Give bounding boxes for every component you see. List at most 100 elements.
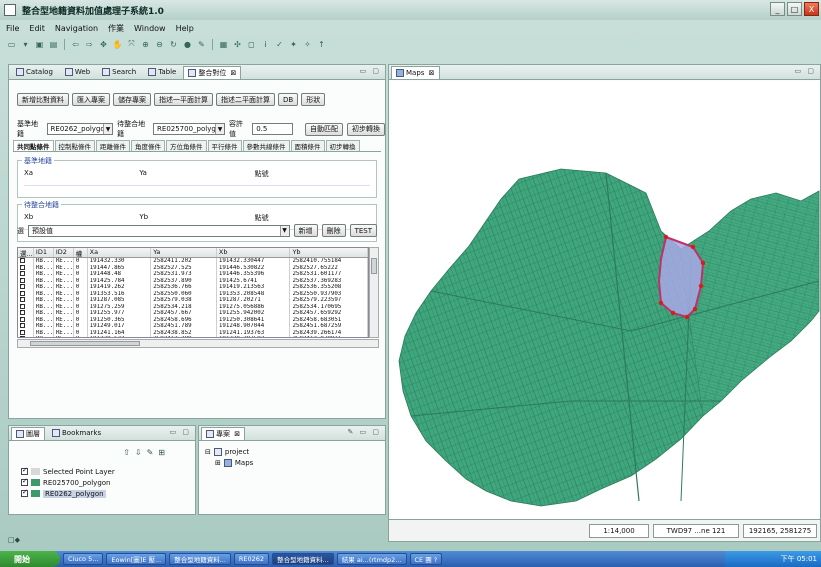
minimize-button[interactable]: _	[770, 2, 785, 16]
collapse-icon[interactable]: ⊟	[205, 448, 211, 456]
db-button[interactable]: DB	[278, 93, 299, 106]
expand-icon[interactable]: ⊞	[215, 459, 221, 467]
taskbar-item[interactable]: Ciuco 5...	[63, 553, 104, 565]
taskbar-item[interactable]: 結果 ai...(rtmdp2...	[336, 553, 407, 565]
tab-alignment[interactable]: 整合對位 ⊠	[183, 65, 242, 79]
col-id1[interactable]: ID1	[34, 248, 54, 257]
plane-calc-1-button[interactable]: 指述一平面計算	[154, 93, 213, 106]
layer-icon[interactable]: ▦	[218, 39, 229, 50]
subtab-control-point[interactable]: 控制點條件	[54, 140, 95, 151]
save-icon[interactable]: ▣	[34, 39, 45, 50]
scroll-thumb[interactable]	[371, 258, 377, 274]
tab-catalog[interactable]: Catalog	[11, 66, 58, 79]
row-select-checkbox[interactable]	[18, 336, 34, 337]
layer-item[interactable]: RE0262_polygon	[21, 488, 115, 499]
crs-display[interactable]: TWD97 ...ne 121	[653, 524, 739, 538]
run-icon[interactable]: ↑	[316, 39, 327, 50]
menu-help[interactable]: Help	[176, 24, 194, 33]
col-ya[interactable]: Ya	[151, 248, 217, 257]
layer-item[interactable]: RE025700_polygon	[21, 477, 115, 488]
panel-minmax-icons[interactable]: ▭ ▢	[795, 67, 816, 75]
checkbox-icon[interactable]	[20, 323, 25, 328]
point-icon[interactable]: ●	[182, 39, 193, 50]
plane-calc-2-button[interactable]: 指述二平面計算	[216, 93, 275, 106]
checkbox-icon[interactable]	[20, 284, 25, 289]
close-tab-icon[interactable]: ⊠	[426, 69, 435, 77]
control-point[interactable]	[658, 300, 664, 306]
control-point[interactable]	[684, 314, 690, 320]
taskbar-item[interactable]: Eowin[圖]E 壓...	[106, 553, 167, 565]
checkbox-icon[interactable]	[20, 258, 25, 263]
edit-layer-icon[interactable]: ✎	[147, 448, 154, 457]
info-icon[interactable]: ⅰ	[260, 39, 271, 50]
start-button[interactable]: 開始	[0, 551, 60, 567]
checkbox-icon[interactable]	[20, 336, 25, 337]
clock[interactable]: 下午 05:01	[781, 554, 817, 564]
layer-visibility-checkbox[interactable]	[21, 466, 28, 475]
copy-icon[interactable]: ▤	[48, 39, 59, 50]
point-set-select[interactable]: 預設值 ▼	[28, 224, 290, 237]
subtab-parallel[interactable]: 平行條件	[207, 140, 242, 151]
checkbox-icon[interactable]	[20, 329, 25, 335]
tab-bookmarks[interactable]: Bookmarks	[47, 427, 106, 440]
col-xb[interactable]: Xb	[217, 248, 291, 257]
tolerance-input[interactable]: 0.5	[252, 123, 294, 135]
base-point-fields[interactable]	[24, 185, 370, 193]
parcel-map[interactable]	[391, 81, 820, 521]
control-point[interactable]	[690, 244, 696, 250]
control-point[interactable]	[692, 306, 698, 312]
subtab-distance[interactable]: 距離條件	[96, 140, 130, 151]
move-icon[interactable]: ✣	[232, 39, 243, 50]
checkbox-icon[interactable]	[20, 271, 25, 276]
panel-minmax-icons[interactable]: ▭ ▢	[170, 428, 191, 436]
subtab-angle[interactable]: 角度條件	[131, 140, 165, 151]
test-button[interactable]: TEST	[349, 224, 377, 237]
control-point[interactable]	[663, 234, 669, 240]
menu-edit[interactable]: Edit	[29, 24, 45, 33]
taskbar-item[interactable]: 整合型地籍資料...	[169, 553, 231, 565]
checkbox-icon[interactable]	[20, 264, 25, 270]
subtab-azimuth[interactable]: 方位角條件	[166, 140, 207, 151]
pan-icon[interactable]: ✥	[98, 39, 109, 50]
menu-operation[interactable]: 作業	[108, 23, 124, 34]
checkbox-icon[interactable]	[20, 297, 25, 302]
checkbox-icon[interactable]	[20, 290, 25, 296]
control-point[interactable]	[698, 283, 704, 289]
auto-match-button[interactable]: 自動匹配	[305, 122, 344, 136]
tab-search[interactable]: Search	[97, 66, 141, 79]
base-layer-select[interactable]: RE0262_polygon ▼	[46, 123, 114, 135]
menu-file[interactable]: File	[6, 24, 19, 33]
layer-item[interactable]: Selected Point Layer	[21, 466, 115, 477]
panel-minmax-icons[interactable]: ▭ ▢	[360, 67, 381, 75]
initial-transform-button[interactable]: 初步轉換	[347, 122, 386, 136]
maximize-button[interactable]: □	[787, 2, 802, 16]
delete-row-button[interactable]: 刪除	[321, 224, 346, 237]
map-canvas[interactable]	[391, 81, 820, 521]
refresh-icon[interactable]: ↻	[168, 39, 179, 50]
subtab-common-point[interactable]: 共同點條件	[13, 140, 54, 151]
col-select[interactable]: 選...	[18, 248, 34, 257]
panel-minmax-icons[interactable]: ✎ ▭ ▢	[347, 428, 381, 436]
save-project-button[interactable]: 儲存專案	[113, 93, 151, 106]
tools-icon[interactable]: ✦	[288, 39, 299, 50]
add-comparison-data-button[interactable]: 新增比對資料	[17, 93, 69, 106]
col-yb[interactable]: Yb	[290, 248, 368, 257]
menu-window[interactable]: Window	[134, 24, 166, 33]
tab-project[interactable]: 專案 ⊠	[201, 426, 246, 440]
move-down-icon[interactable]: ⇩	[135, 448, 142, 457]
shape-button[interactable]: 形狀	[301, 93, 326, 106]
tab-layers[interactable]: 圖層	[11, 426, 45, 440]
add-layer-icon[interactable]: ⊞	[158, 448, 165, 457]
open-icon[interactable]: ▾	[20, 39, 31, 50]
select-icon[interactable]: ◻	[246, 39, 257, 50]
zoom-in-icon[interactable]: ⊕	[140, 39, 151, 50]
scroll-thumb[interactable]	[30, 341, 140, 346]
checkbox-icon[interactable]	[20, 310, 25, 315]
tab-web[interactable]: Web	[60, 66, 95, 79]
close-tab-icon[interactable]: ⊠	[228, 69, 237, 77]
control-point[interactable]	[700, 260, 706, 266]
draw-icon[interactable]: ✎	[196, 39, 207, 50]
redo-icon[interactable]: ⇨	[84, 39, 95, 50]
identify-icon[interactable]: ✋	[112, 39, 123, 50]
tree-node-maps[interactable]: ⊞ Maps	[205, 457, 253, 468]
